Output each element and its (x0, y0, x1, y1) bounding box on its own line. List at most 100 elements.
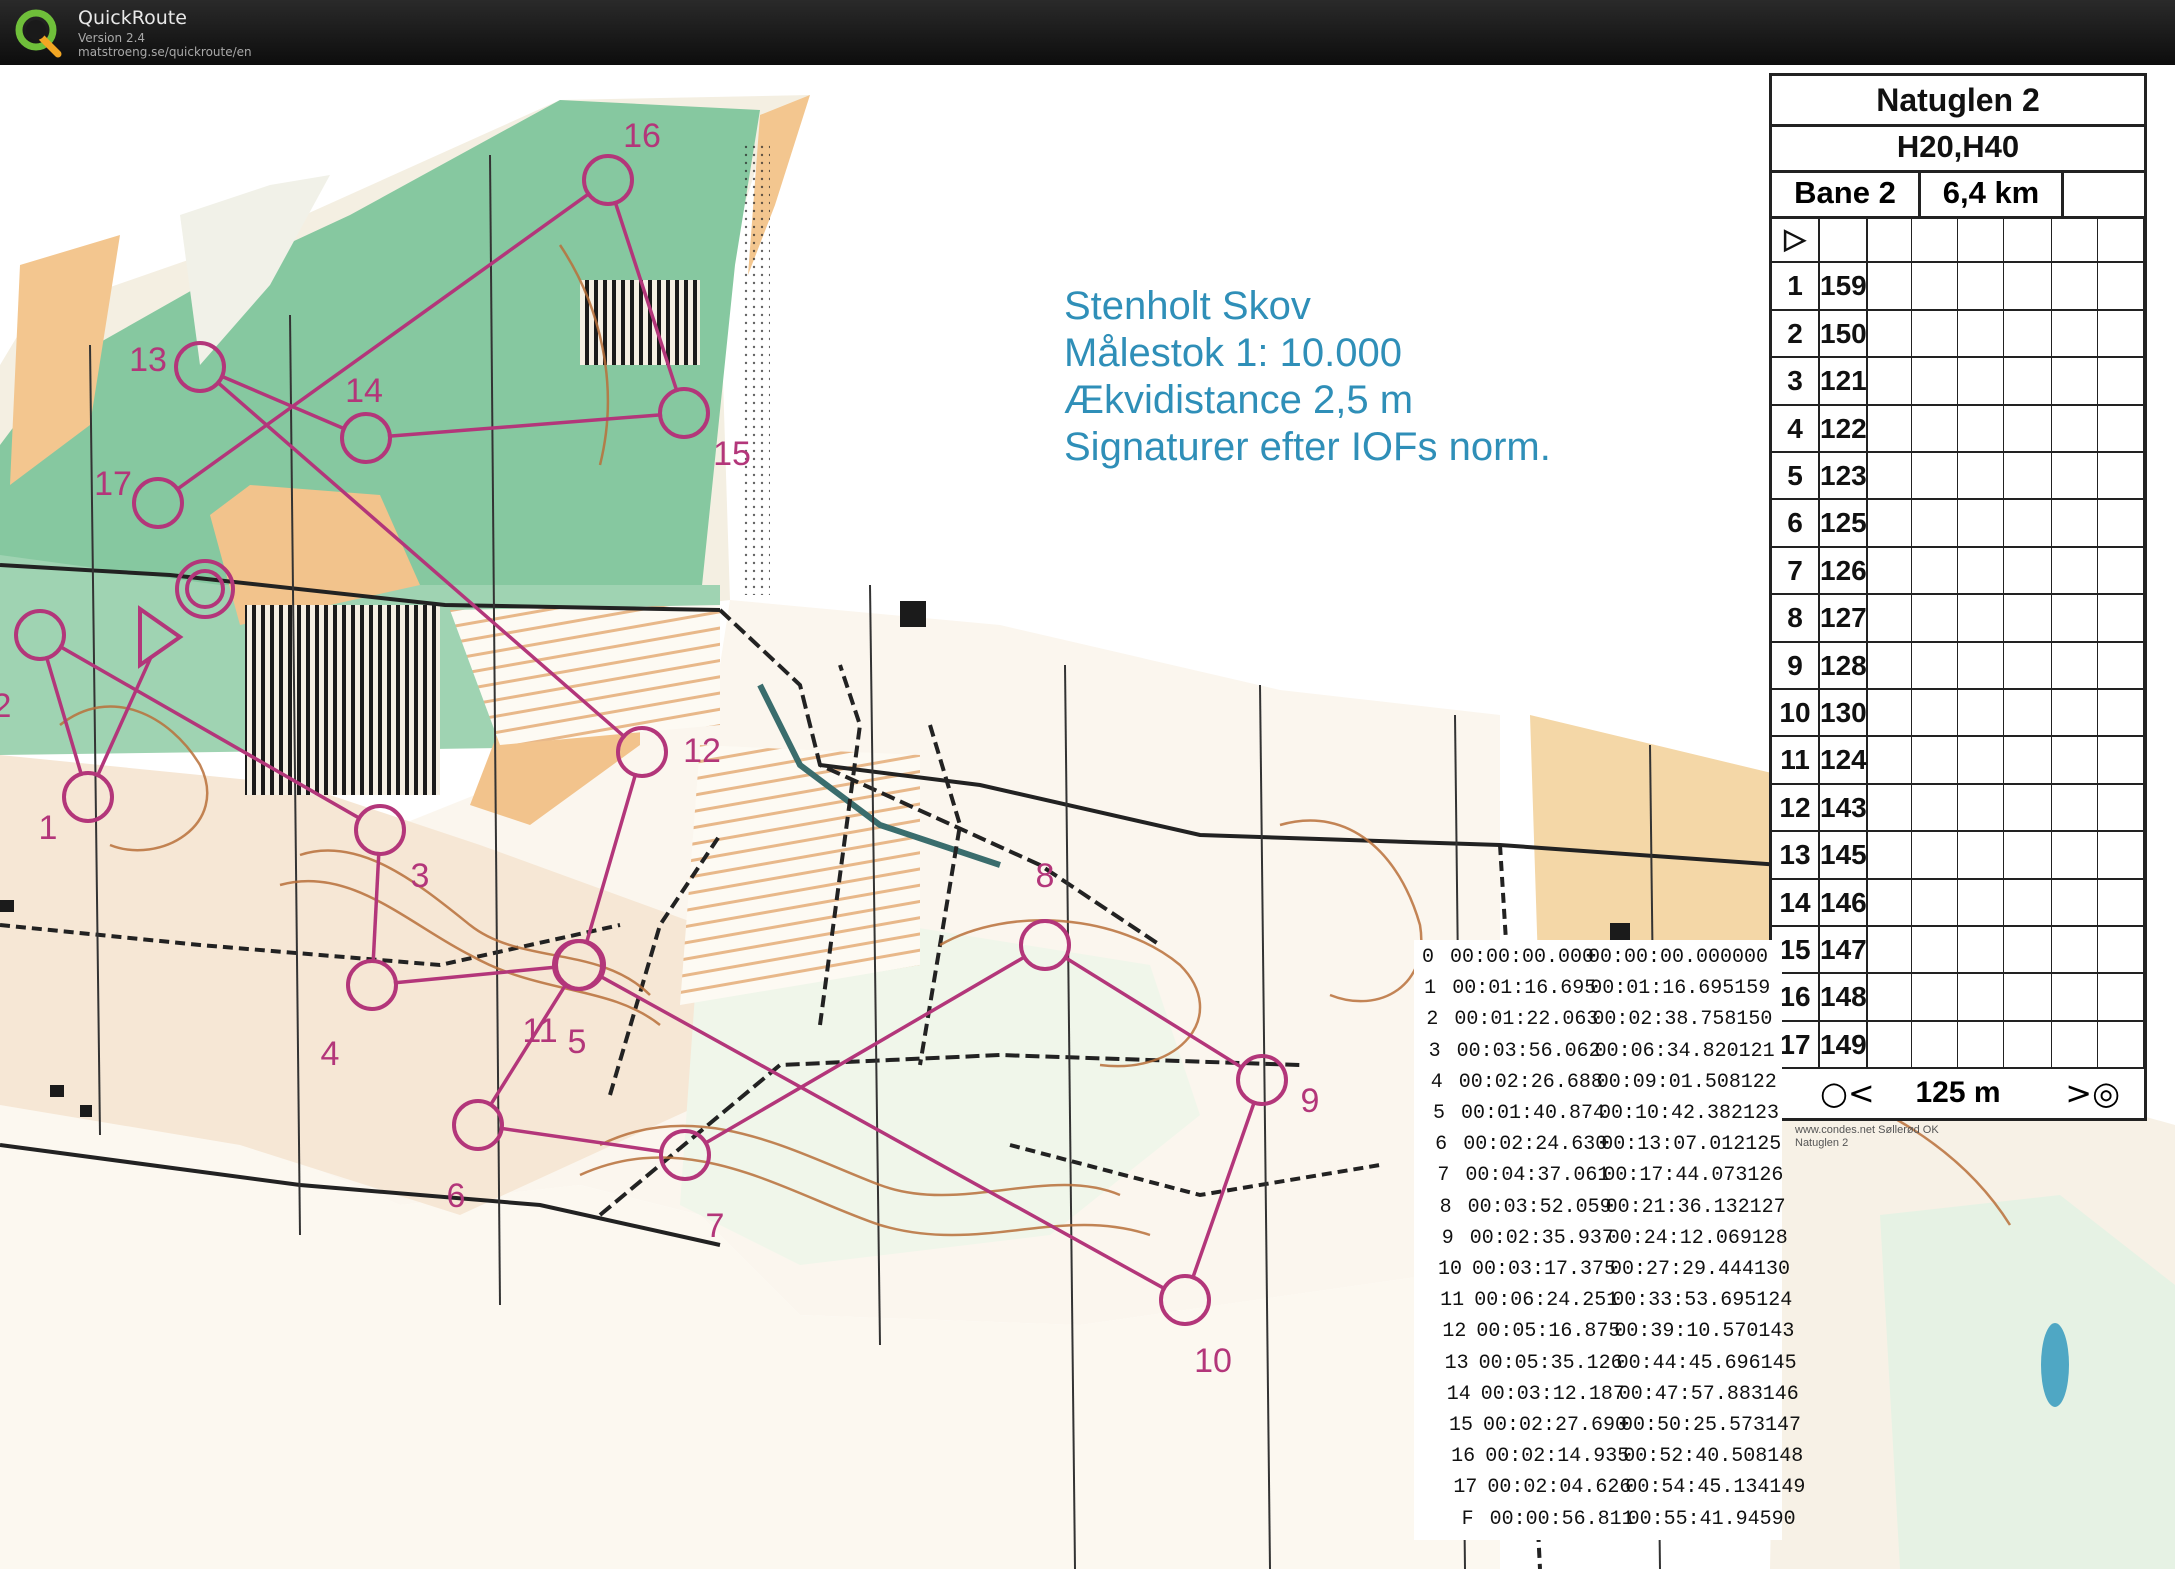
description-symbol-cell (1912, 595, 1958, 641)
app-titlebar: QuickRoute Version 2.4 matstroeng.se/qui… (0, 0, 2175, 65)
split-control-code: 130 (1754, 1258, 1791, 1281)
split-leg-time: 00:02:26.688 (1458, 1070, 1603, 1094)
control-number: 11 (1772, 737, 1820, 783)
control-label: 16 (623, 117, 661, 155)
control-number: 6 (1772, 500, 1820, 546)
course-header: Bane 2 6,4 km (1772, 170, 2144, 219)
description-symbol-cell (2006, 879, 2052, 925)
split-cumulative-time: 00:54:45.134 (1625, 1476, 1770, 1500)
description-symbol-cell (2052, 358, 2098, 404)
control-code: 126 (1820, 547, 1868, 594)
control-code: 121 (1820, 358, 1868, 404)
control-row: 10 130 (1772, 690, 2144, 738)
description-symbol-cell (2052, 405, 2098, 451)
split-control-number: 11 (1440, 1289, 1465, 1313)
start-row: ▷ (1772, 216, 2144, 264)
split-control-number: 5 (1432, 1102, 1445, 1125)
description-symbol-cell (1866, 737, 1912, 783)
description-symbol-cell (2098, 405, 2144, 451)
split-cumulative-time: 00:00:00.000 (1588, 946, 1733, 969)
description-symbol-cell (1958, 453, 2004, 499)
description-symbol-cell (2098, 1021, 2144, 1068)
split-control-number: 12 (1442, 1320, 1467, 1344)
description-symbol-cell (2098, 216, 2144, 262)
split-leg-time: 00:02:04.626 (1487, 1476, 1632, 1500)
description-symbol-cell (2098, 453, 2144, 499)
control-row: 13 145 (1772, 832, 2144, 880)
control-code: 145 (1820, 832, 1868, 878)
rough-open-area (680, 745, 920, 1005)
map-name: Stenholt Skov (1064, 284, 1311, 328)
control-row: 4 122 (1772, 405, 2144, 453)
map-info-text: Stenholt Skov Målestok 1: 10.000 Ækvidis… (1064, 283, 1551, 471)
control-label: 8 (1036, 857, 1055, 895)
description-symbol-cell (1958, 595, 2004, 641)
control-label: 12 (683, 732, 721, 770)
control-label: 1 (39, 809, 58, 847)
description-symbol-cell (2006, 547, 2052, 594)
split-control-code: 127 (1749, 1195, 1786, 1219)
finish-row: ○< 125 m >◎ (1772, 1068, 2144, 1118)
control-row: 7 126 (1772, 547, 2144, 596)
split-control-code: 148 (1767, 1445, 1804, 1469)
split-control-number: 3 (1428, 1039, 1441, 1063)
description-symbol-cell (1866, 1021, 1912, 1068)
description-symbol-cell (2098, 974, 2144, 1020)
description-symbol-cell (1958, 690, 2004, 736)
control-label: 17 (94, 465, 132, 503)
control-number: 14 (1772, 879, 1820, 925)
description-symbol-cell (1912, 216, 1958, 262)
map-contour-interval: Ækvidistance 2,5 m (1064, 378, 1414, 422)
split-cumulative-time: 00:02:38.758 (1592, 1008, 1737, 1032)
description-symbol-cell (1866, 263, 1912, 309)
control-number: 2 (1772, 310, 1820, 357)
split-times-table: 0 00:00:00.000 00:00:00.000 000 1 00:01:16.69… (1414, 940, 1805, 1540)
split-cumulative-time: 00:17:44.073 (1603, 1164, 1748, 1188)
control-row: 5 123 (1772, 453, 2144, 501)
description-symbol-cell (1866, 358, 1912, 404)
split-control-code: 000 (1732, 946, 1769, 969)
description-symbol-cell (1866, 642, 1912, 688)
description-symbol-cell (1866, 879, 1912, 925)
control-row: 11 124 (1772, 737, 2144, 785)
split-control-number: 0 (1421, 946, 1434, 969)
app-url[interactable]: matstroeng.se/quickroute/en (78, 45, 252, 59)
description-symbol-cell (2006, 1021, 2052, 1068)
course-name: Bane 2 (1772, 170, 1921, 216)
split-leg-time: 00:02:35.937 (1469, 1226, 1614, 1250)
split-cumulative-time: 00:33:53.695 (1612, 1289, 1757, 1313)
split-leg-time: 00:02:27.690 (1483, 1414, 1628, 1437)
control-row: 8 127 (1772, 595, 2144, 643)
split-control-number: 2 (1426, 1008, 1439, 1032)
description-symbol-cell (2098, 690, 2144, 736)
description-symbol-cell (2052, 737, 2098, 783)
description-symbol-cell (1866, 832, 1912, 878)
control-code: 123 (1820, 453, 1868, 499)
control-row: 14 146 (1772, 879, 2144, 927)
description-symbol-cell (2006, 690, 2052, 736)
control-code (1820, 216, 1868, 262)
description-symbol-cell (2006, 500, 2052, 546)
description-symbol-cell (1866, 927, 1912, 973)
description-symbol-cell (1958, 547, 2004, 594)
split-control-number: 17 (1453, 1476, 1478, 1500)
map-scale: Målestok 1: 10.000 (1064, 331, 1402, 375)
control-row: 15 147 (1772, 927, 2144, 975)
control-row: 9 128 (1772, 642, 2144, 690)
description-symbol-cell (1866, 405, 1912, 451)
control-description-credit: www.condes.net Søllerød OK Natuglen 2 (1795, 1124, 1939, 1150)
split-control-code: 150 (1736, 1008, 1773, 1032)
description-symbol-cell (1912, 547, 1958, 594)
description-symbol-cell (2098, 310, 2144, 357)
description-symbol-cell (1912, 832, 1958, 878)
control-label: 7 (706, 1207, 725, 1245)
description-symbol-cell (2098, 879, 2144, 925)
split-leg-time: 00:02:14.935 (1485, 1445, 1630, 1469)
split-control-number: 13 (1444, 1351, 1469, 1375)
description-symbol-cell (1958, 216, 2004, 262)
description-symbol-cell (1958, 642, 2004, 688)
description-symbol-cell (1866, 784, 1912, 831)
split-cumulative-time: 00:21:36.132 (1605, 1195, 1750, 1219)
control-number: 1 (1772, 263, 1820, 309)
description-symbol-cell (2052, 690, 2098, 736)
